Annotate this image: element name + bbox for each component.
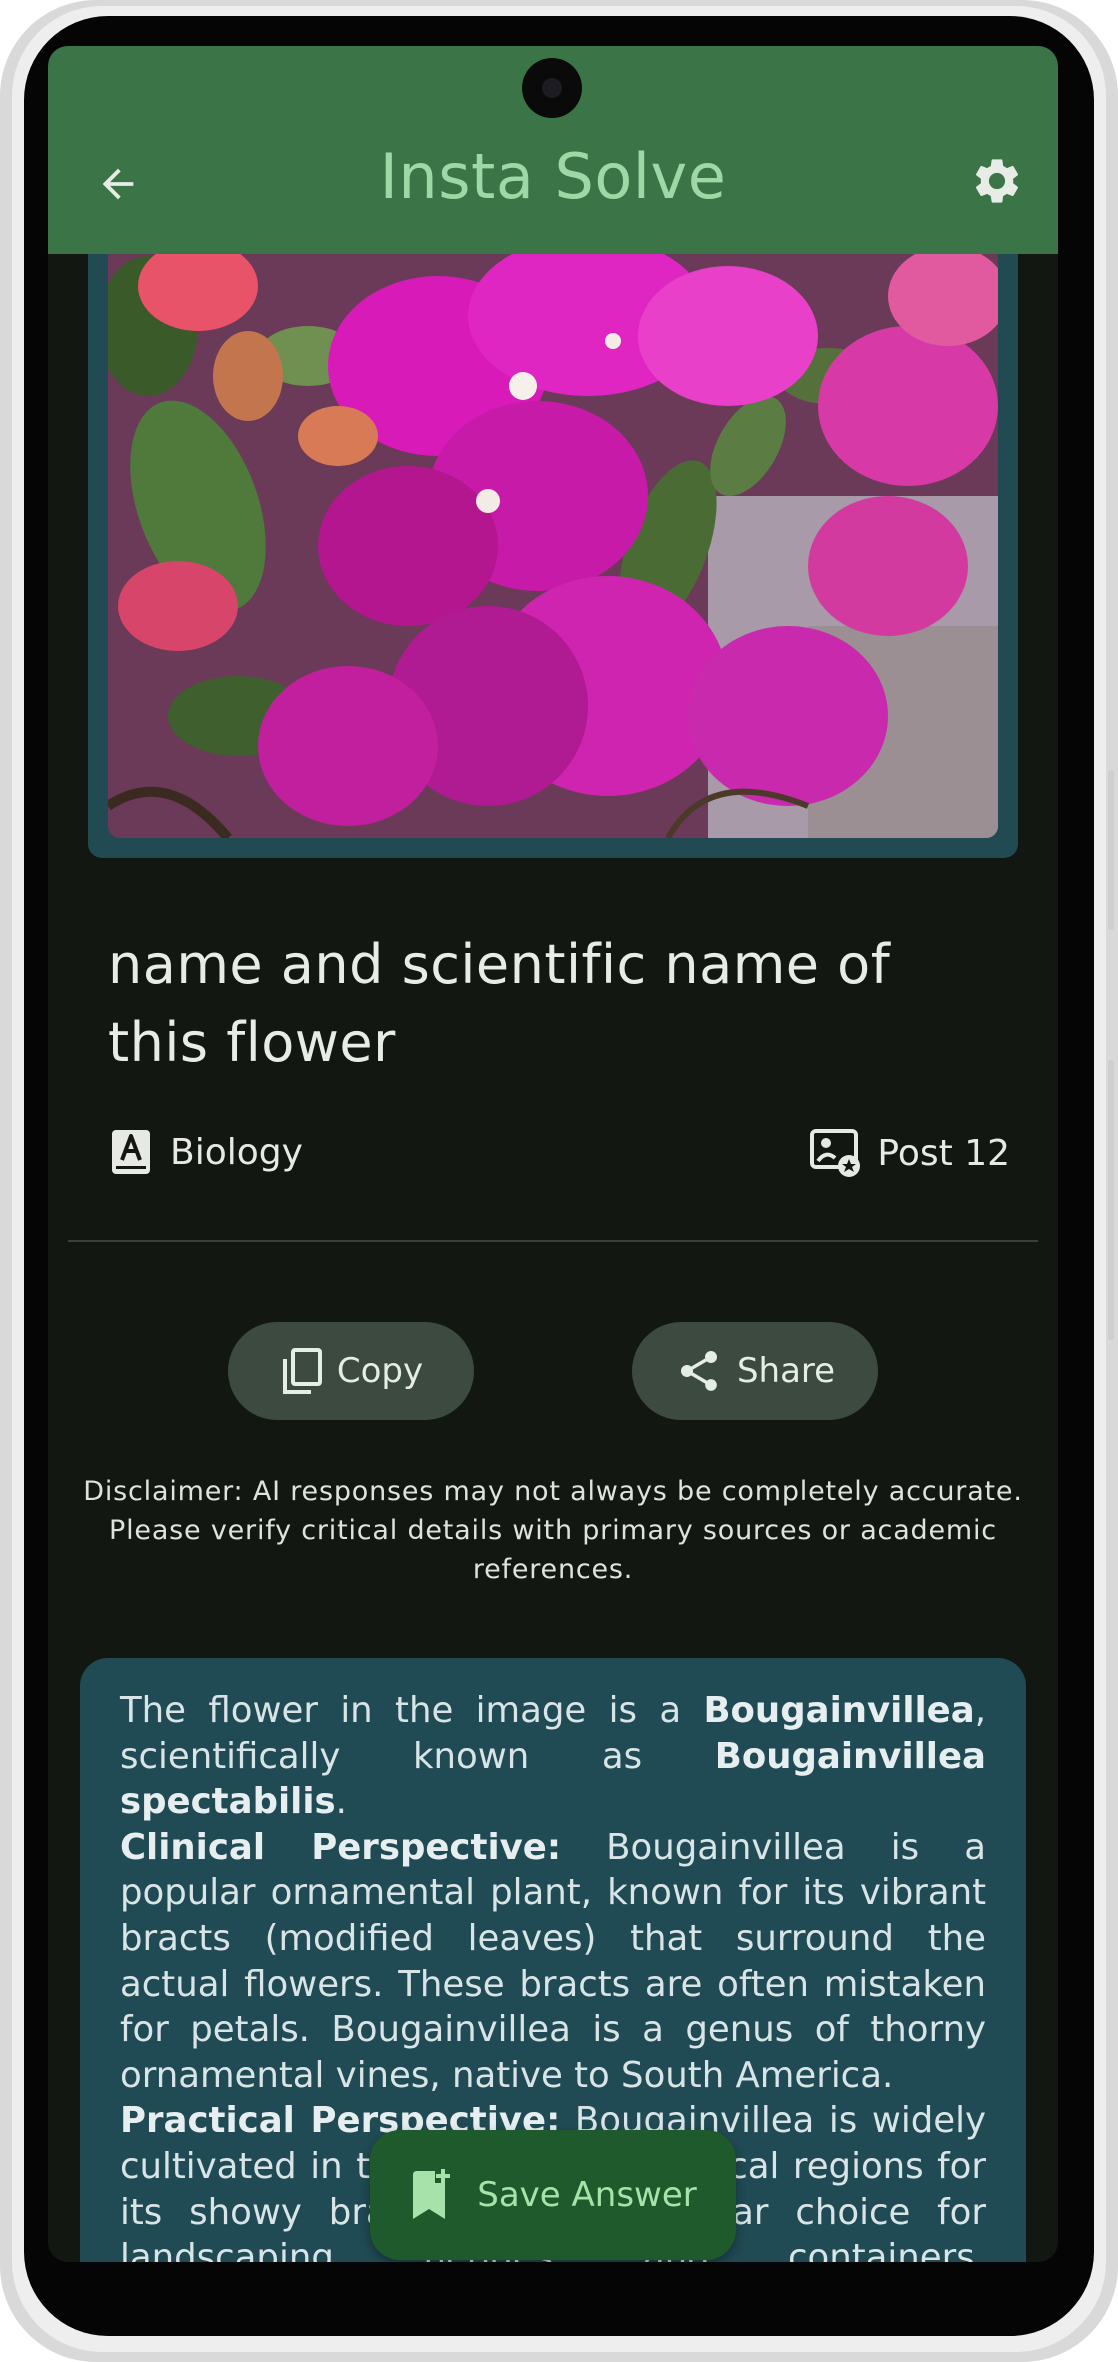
question-meta: Biology Post 12	[110, 1128, 1010, 1188]
gear-icon	[975, 159, 1019, 203]
flower-photo[interactable]	[108, 246, 998, 838]
divider	[68, 1240, 1038, 1242]
app-title: Insta Solve	[379, 140, 727, 213]
flower-photo-image	[108, 246, 998, 838]
answer-text-span: The flower in the image is a	[120, 1690, 704, 1731]
front-camera	[522, 58, 582, 118]
copy-icon	[282, 1348, 322, 1394]
power-button	[1108, 770, 1114, 930]
share-icon	[680, 1351, 717, 1391]
post-tag: Post 12	[809, 1128, 1010, 1178]
volume-button	[1108, 1060, 1114, 1340]
app-screen: Insta Solve name and scientific name of …	[48, 46, 1058, 2262]
disclaimer-line-3: references.	[472, 1554, 634, 1585]
subject-book-icon	[112, 1130, 150, 1174]
save-answer-button[interactable]: Save Answer	[370, 2130, 736, 2260]
post-label: Post 12	[877, 1132, 1010, 1174]
subject-label: Biology	[170, 1131, 303, 1173]
answer-paragraph-1: The flower in the image is a Bougainvill…	[120, 1688, 986, 1825]
disclaimer-line-1: Disclaimer: AI responses may not always …	[83, 1476, 1023, 1507]
answer-text-span: .	[335, 1781, 347, 1823]
share-label: Share	[736, 1351, 836, 1391]
answer-paragraph-2: Clinical Perspective: Bougainvillea is a…	[120, 1825, 986, 2099]
disclaimer-line-2: Please verify critical details with prim…	[109, 1515, 997, 1546]
bookmark-add-icon	[413, 2169, 451, 2219]
copy-button[interactable]: Copy	[228, 1322, 474, 1420]
disclaimer-text: Disclaimer: AI responses may not always …	[68, 1472, 1038, 1589]
save-answer-label: Save Answer	[477, 2175, 697, 2215]
question-text: name and scientific name of this flower	[108, 933, 891, 1074]
settings-button[interactable]	[966, 150, 1028, 212]
image-badge-icon	[810, 1129, 861, 1177]
subject-tag: Biology	[110, 1128, 303, 1176]
answer-bold-span: Bougainvillea	[703, 1690, 975, 1731]
share-button[interactable]: Share	[632, 1322, 878, 1420]
question-image-card	[88, 226, 1018, 858]
copy-label: Copy	[336, 1351, 424, 1391]
answer-heading-clinical: Clinical Perspective:	[120, 1826, 562, 1868]
